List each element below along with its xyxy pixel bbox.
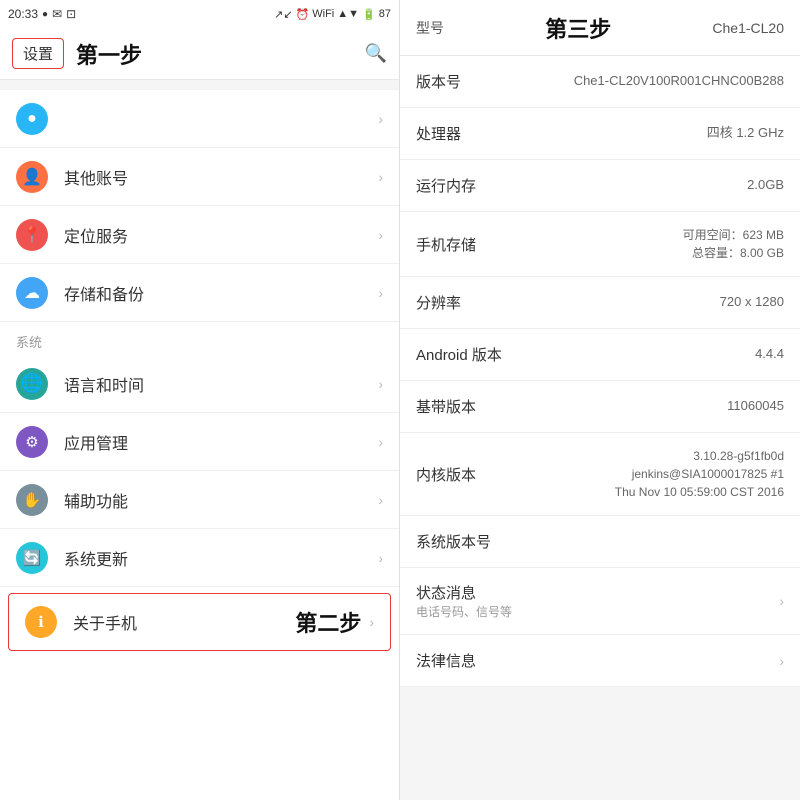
location-icon: 📍 — [16, 219, 48, 251]
network-icon: ▲▼ — [337, 8, 359, 20]
account-icon: 👤 — [16, 161, 48, 193]
mail-icon: ✉ — [52, 7, 62, 21]
chevron-icon: › — [779, 653, 784, 669]
info-row-version-num: 版本号 Che1-CL20V100R001CHNC00B288 — [400, 56, 800, 108]
top-bar: 设置 第一步 🔍 — [0, 28, 399, 80]
menu-item-update[interactable]: 🔄 系统更新 › — [0, 529, 399, 587]
info-row-android: Android 版本 4.4.4 — [400, 329, 800, 381]
right-panel: 型号 第三步 Che1-CL20 版本号 Che1-CL20V100R001CH… — [400, 0, 800, 800]
menu-item-account[interactable]: 👤 其他账号 › — [0, 148, 399, 206]
info-row-processor: 处理器 四核 1.2 GHz — [400, 108, 800, 160]
wifi-icon: WiFi — [312, 8, 334, 20]
chevron-icon: › — [378, 227, 383, 243]
status-bar: 20:33 ● ✉ ⊡ ↗↙ ⏰ WiFi ▲▼ 🔋 87 — [0, 0, 399, 28]
step2-label: 第二步 — [295, 606, 361, 638]
alarm-icon: ⏰ — [296, 8, 310, 21]
info-row-baseband: 基带版本 11060045 — [400, 381, 800, 433]
model-label: 型号 — [416, 18, 444, 38]
search-icon[interactable]: 🔍 — [365, 43, 387, 64]
menu-item-about[interactable]: ℹ 关于手机 第二步 › — [8, 593, 391, 651]
info-row-storage: 手机存储 可用空间：623 MB总容量：8.00 GB — [400, 212, 800, 277]
step1-label: 第一步 — [76, 38, 142, 70]
chevron-icon: › — [378, 550, 383, 566]
notification-dot: ● — [42, 9, 48, 20]
info-row-resolution: 分辨率 720 x 1280 — [400, 277, 800, 329]
step3-label: 第三步 — [545, 12, 611, 44]
battery-icon: 🔋 — [362, 8, 376, 21]
battery-level: 87 — [379, 8, 391, 20]
chevron-icon: › — [378, 169, 383, 185]
menu-item-top[interactable]: ● › — [0, 90, 399, 148]
menu-item-language[interactable]: 🌐 语言和时间 › — [0, 355, 399, 413]
info-row-legal[interactable]: 法律信息 › — [400, 635, 800, 687]
top-icon: ● — [16, 103, 48, 135]
section-header-system: 系统 — [0, 322, 399, 355]
menu-item-accessibility[interactable]: ✋ 辅助功能 › — [0, 471, 399, 529]
about-icon: ℹ — [25, 606, 57, 638]
chevron-icon: › — [378, 434, 383, 450]
chevron-icon: › — [378, 285, 383, 301]
info-row-ram: 运行内存 2.0GB — [400, 160, 800, 212]
menu-item-location[interactable]: 📍 定位服务 › — [0, 206, 399, 264]
language-icon: 🌐 — [16, 368, 48, 400]
info-row-system-version: 系统版本号 — [400, 516, 800, 568]
accessibility-icon: ✋ — [16, 484, 48, 516]
right-header: 型号 第三步 Che1-CL20 — [400, 0, 800, 56]
update-icon: 🔄 — [16, 542, 48, 574]
left-panel: 20:33 ● ✉ ⊡ ↗↙ ⏰ WiFi ▲▼ 🔋 87 设置 第一步 🔍 ●… — [0, 0, 400, 800]
chevron-icon: › — [378, 111, 383, 127]
chevron-icon: › — [369, 614, 374, 630]
about-label: 关于手机 — [73, 610, 283, 634]
time: 20:33 — [8, 7, 38, 21]
chevron-icon: › — [378, 376, 383, 392]
screenshot-icon: ⊡ — [66, 7, 76, 21]
storage-icon: ☁ — [16, 277, 48, 309]
signal-icon: ↗↙ — [274, 8, 292, 21]
model-value: Che1-CL20 — [712, 20, 784, 36]
info-row-kernel: 内核版本 3.10.28-g5f1fb0djenkins@SIA10000178… — [400, 433, 800, 516]
chevron-icon: › — [378, 492, 383, 508]
settings-button[interactable]: 设置 — [12, 38, 64, 69]
chevron-icon: › — [779, 593, 784, 609]
info-row-status[interactable]: 状态消息 电话号码、信号等 › — [400, 568, 800, 635]
menu-item-apps[interactable]: ⚙ 应用管理 › — [0, 413, 399, 471]
menu-item-storage[interactable]: ☁ 存储和备份 › — [0, 264, 399, 322]
apps-icon: ⚙ — [16, 426, 48, 458]
